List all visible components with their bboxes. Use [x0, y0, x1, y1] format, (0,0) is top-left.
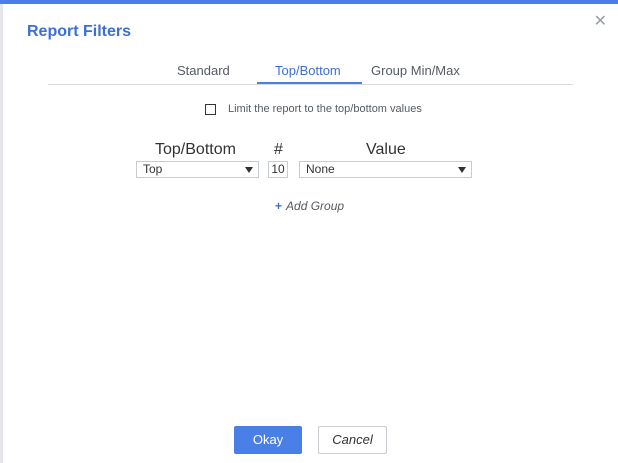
- report-filters-dialog: Report Filters ✕ Standard Top/Bottom Gro…: [0, 0, 618, 463]
- top-bottom-select-value: Top: [143, 162, 163, 176]
- limit-label: Limit the report to the top/bottom value…: [228, 103, 422, 115]
- limit-checkbox[interactable]: [205, 103, 216, 115]
- tab-group-min-max[interactable]: Group Min/Max: [371, 63, 460, 78]
- close-icon[interactable]: ✕: [594, 14, 607, 30]
- okay-button[interactable]: Okay: [234, 426, 302, 454]
- left-edge: [0, 4, 3, 463]
- cancel-button[interactable]: Cancel: [318, 426, 387, 454]
- tab-bar: Standard Top/Bottom Group Min/Max: [48, 59, 573, 85]
- add-group-label: Add Group: [286, 199, 345, 213]
- value-header: Value: [366, 141, 406, 158]
- number-input[interactable]: 10: [268, 161, 288, 178]
- number-header: #: [274, 141, 283, 158]
- plus-icon: +: [275, 199, 283, 213]
- active-tab-indicator: [257, 82, 362, 84]
- tab-standard[interactable]: Standard: [177, 63, 230, 78]
- tab-top-bottom[interactable]: Top/Bottom: [275, 63, 341, 78]
- limit-row: Limit the report to the top/bottom value…: [205, 103, 422, 115]
- chevron-down-icon: [458, 167, 466, 173]
- top-bottom-select[interactable]: Top: [136, 161, 259, 178]
- value-select[interactable]: None: [299, 161, 472, 178]
- top-bottom-header: Top/Bottom: [155, 141, 236, 158]
- dialog-title: Report Filters: [27, 23, 132, 40]
- value-select-value: None: [306, 162, 335, 176]
- chevron-down-icon: [245, 167, 253, 173]
- add-group-link[interactable]: + Add Group: [275, 199, 344, 213]
